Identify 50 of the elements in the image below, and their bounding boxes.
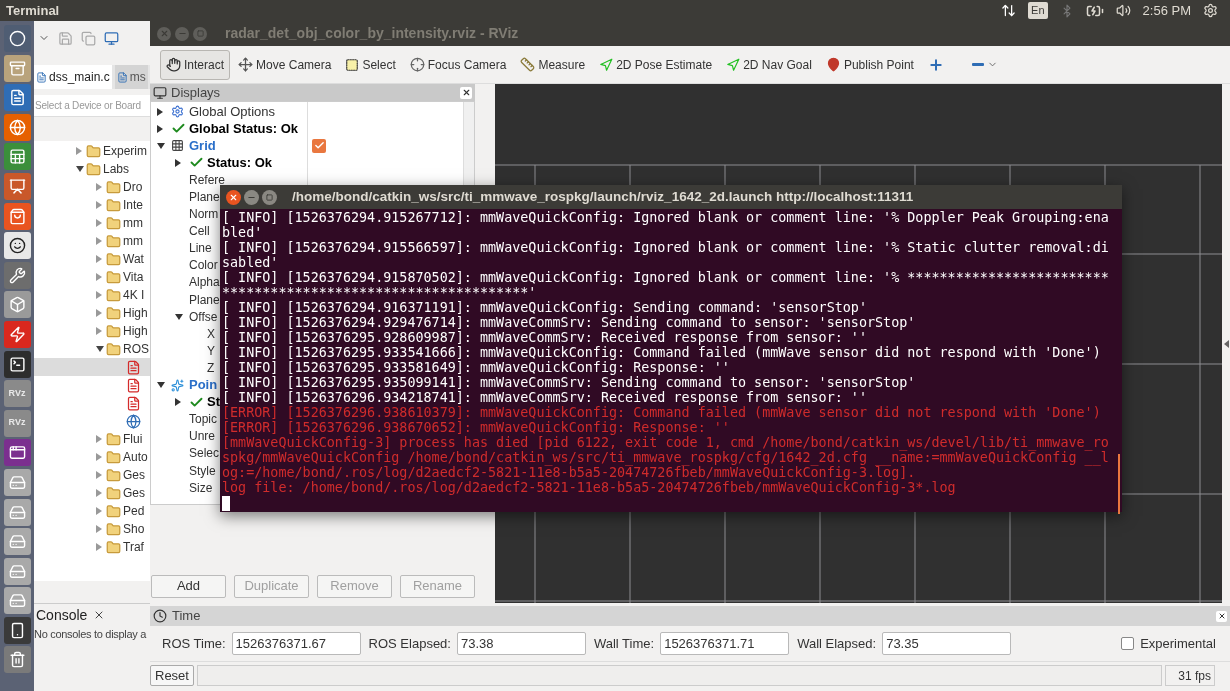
fps-reading: 31 fps [1164, 665, 1215, 686]
terminal-line: [mmWaveQuickConfig-3] process has died [pid 6122, exit code 1, cmd /home/bond/catkin_ws/devel/lib/ti_mmwave_ro [222, 435, 1109, 450]
tree-item-label: 4K I [123, 287, 145, 304]
tree-item-label: Experim [103, 143, 147, 160]
terminal-line: [ERROR] [1526376296.938670652]: mmWaveQuickConfig: Response: '' [222, 420, 730, 435]
terminal-line: [ INFO] [1526376294.915566597]: mmWaveQuickConfig: Ignored blank or comment line: '% Static clutter removal:di [222, 240, 1109, 255]
tree-item-label: Sho [123, 521, 145, 538]
tree-item-label: Ges [123, 467, 145, 484]
window-title: /home/bond/catkin_ws/src/ti_mmwave_rospkg/launch/rviz_1642_2d.launch http://localhost:11311 [292, 187, 914, 206]
tree-item-label: Ped [123, 503, 145, 520]
terminal-line: og:=/home/bond/.ros/log/d2aedcf2-5821-11e8-b5a5-20474726fbeb/mmWaveQuickConfig-3.log]. [222, 465, 916, 480]
terminal-line: [ INFO] [1526376295.933541666]: mmWaveQuickConfig: Command failed (mmWave sensor did not respond with 'Done') [222, 345, 1101, 360]
terminal-line: log file: /home/bond/.ros/log/d2aedcf2-5821-11e8-b5a5-20474726fbeb/mmWaveQuickConfig-3*.log [222, 480, 956, 495]
panel-title: Displays [171, 83, 221, 102]
window-title: radar_det_obj_color_by_intensity.rviz - RViz [225, 24, 519, 43]
tree-item-label: Vita [123, 269, 144, 286]
tree-item-label: mm [123, 233, 143, 250]
tree-item-label: Dro [123, 179, 143, 196]
terminal-line: [ INFO] [1526376295.933581649]: mmWaveQuickConfig: Response: '' [222, 360, 730, 375]
window-title: Terminal [6, 1, 60, 20]
tree-item-label: High [123, 323, 148, 340]
tree-item-label: High [123, 305, 148, 322]
terminal-line: sabled' [222, 255, 279, 270]
tree-item-label: ROS [123, 341, 149, 358]
terminal-line: **************************************' [222, 285, 537, 300]
terminal-line: [ INFO] [1526376294.929476714]: mmWaveCommSrv: Sending command to sensor: 'sensorStop' [222, 315, 916, 330]
terminal-line: spkg/mmWaveQuickConfig /home/bond/catkin_ws/src/ti_mmwave_rospkg/cfg/1642_2d.cfg __name:=mmWaveQuickConfig __l [222, 450, 1109, 465]
tree-item-label: Auto [123, 449, 148, 466]
field-label: Wall Elapsed: [797, 634, 877, 653]
terminal-line: [ INFO] [1526376294.915267712]: mmWaveQuickConfig: Ignored blank or comment line: '% Doppler Peak Grouping:ena [222, 210, 1109, 225]
tree-item-label: Flui [123, 431, 143, 448]
terminal-line: [ INFO] [1526376296.934218741]: mmWaveCommSrv: Received response from sensor: '' [222, 390, 867, 405]
terminal-line: [ INFO] [1526376295.935099141]: mmWaveCommSrv: Sending command to sensor: 'sensorStop' [222, 375, 916, 390]
tree-item-label: Traf [123, 539, 144, 556]
terminal-line: [ERROR] [1526376296.938610379]: mmWaveQuickConfig: Command failed (mmWave sensor did not respond with 'Done') [222, 405, 1101, 420]
field-label: Wall Time: [593, 634, 655, 653]
tree-item-label: Wat [123, 251, 144, 268]
tree-item-label: Labs [103, 161, 130, 178]
tree-item-label: mm [123, 215, 143, 232]
tree-item-label: Inte [123, 197, 143, 214]
console-message: No consoles to display a [34, 627, 147, 642]
terminal-line: [ INFO] [1526376294.916371191]: mmWaveQuickConfig: Sending command: 'sensorStop' [222, 300, 867, 315]
terminal-line: [ INFO] [1526376295.928609987]: mmWaveCommSrv: Received response from sensor: '' [222, 330, 867, 345]
terminal-line: bled' [222, 225, 263, 240]
terminal-line: [ INFO] [1526376294.915870502]: mmWaveQuickConfig: Ignored blank or comment line: '% ************************* [222, 270, 1109, 285]
field-label: ROS Elapsed: [368, 634, 451, 653]
checkbox-label: Experimental [1140, 634, 1216, 653]
field-label: ROS Time: [162, 634, 226, 653]
panel-title: Time [172, 607, 201, 626]
tree-item-label: Ges [123, 485, 145, 502]
